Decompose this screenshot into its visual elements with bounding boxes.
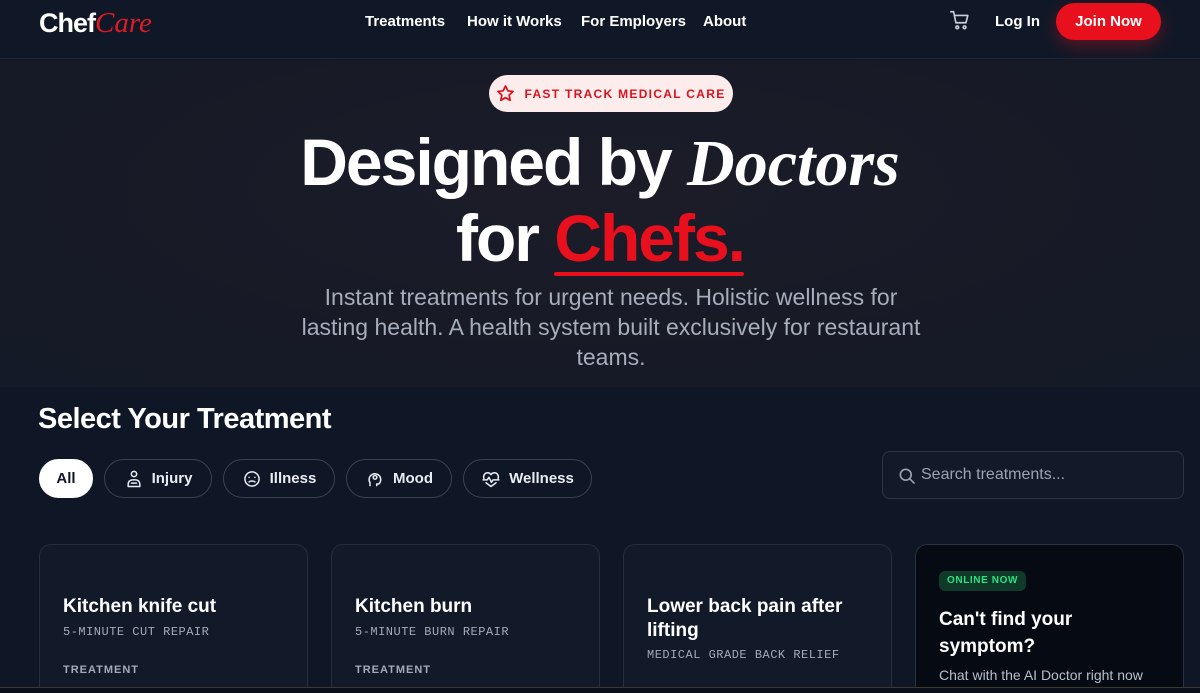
headline-line-2: for Chefs.: [0, 200, 1200, 276]
card-title: Kitchen burn: [355, 596, 473, 617]
card-subtitle: MEDICAL GRADE BACK RELIEF: [647, 648, 840, 662]
card-tag: TREATMENT: [355, 664, 432, 676]
filter-illness[interactable]: Illness: [223, 459, 335, 498]
ai-card-subtitle: Chat with the AI Doctor right now: [939, 667, 1143, 683]
filter-all[interactable]: All: [39, 459, 93, 498]
nav-about[interactable]: About: [703, 13, 746, 30]
treatment-card-burn[interactable]: Kitchen burn 5-MINUTE BURN REPAIR TREATM…: [331, 544, 600, 693]
section-title: Select Your Treatment: [38, 403, 332, 435]
nav-treatments[interactable]: Treatments: [365, 13, 445, 30]
logo[interactable]: ChefCare: [39, 7, 152, 40]
treatment-card-knife-cut[interactable]: Kitchen knife cut 5-MINUTE CUT REPAIR TR…: [39, 544, 308, 693]
headline-line-1: Designed by Doctors: [0, 124, 1200, 202]
logo-care: Care: [95, 7, 152, 39]
search-box[interactable]: [882, 451, 1184, 499]
hero-section: FAST TRACK MEDICAL CARE Designed by Doct…: [0, 60, 1200, 387]
filter-wellness[interactable]: Wellness: [463, 459, 592, 498]
card-subtitle: 5-MINUTE CUT REPAIR: [63, 625, 210, 639]
ai-card-title: Can't find your symptom?: [939, 609, 1073, 657]
filter-wellness-label: Wellness: [509, 470, 574, 487]
star-icon: [497, 85, 515, 102]
cart-icon[interactable]: [949, 9, 971, 31]
headline-designed-by: Designed by: [300, 125, 672, 199]
filter-mood[interactable]: Mood: [346, 459, 452, 498]
card-subtitle: 5-MINUTE BURN REPAIR: [355, 625, 510, 639]
illness-icon: [243, 470, 260, 487]
hero-badge-label: FAST TRACK MEDICAL CARE: [524, 86, 726, 101]
filter-illness-label: Illness: [269, 470, 317, 487]
card-title: Lower back pain after lifting: [647, 596, 843, 641]
card-tag: TREATMENT: [63, 664, 140, 676]
bottom-divider: [0, 687, 1200, 693]
search-input[interactable]: [921, 452, 1179, 498]
headline-chefs: Chefs.: [554, 201, 746, 276]
hero-badge: FAST TRACK MEDICAL CARE: [489, 75, 733, 112]
search-icon: [899, 468, 915, 484]
top-nav: ChefCare Treatments How it Works For Emp…: [0, 0, 1200, 59]
nav-how-it-works[interactable]: How it Works: [467, 13, 562, 30]
hero-subtitle: Instant treatments for urgent needs. Hol…: [301, 284, 921, 370]
mood-icon: [368, 472, 382, 486]
filter-all-label: All: [56, 470, 76, 487]
card-title: Kitchen knife cut: [63, 596, 217, 617]
treatment-card-back-pain[interactable]: Lower back pain after lifting MEDICAL GR…: [623, 544, 892, 693]
headline-doctors: Doctors: [687, 127, 900, 200]
heart-pulse-icon: [482, 471, 500, 487]
online-now-badge: ONLINE NOW: [939, 571, 1026, 591]
injury-icon: [126, 470, 141, 487]
nav-for-employers[interactable]: For Employers: [581, 13, 686, 30]
filter-injury-label: Injury: [151, 470, 193, 487]
logo-chef: Chef: [39, 8, 96, 38]
filter-mood-label: Mood: [393, 470, 433, 487]
filter-injury[interactable]: Injury: [104, 459, 212, 498]
headline-for: for: [455, 201, 540, 275]
login-link[interactable]: Log In: [995, 13, 1040, 30]
ai-doctor-card[interactable]: ONLINE NOW Can't find your symptom? Chat…: [915, 544, 1184, 693]
join-now-button[interactable]: Join Now: [1056, 3, 1161, 40]
